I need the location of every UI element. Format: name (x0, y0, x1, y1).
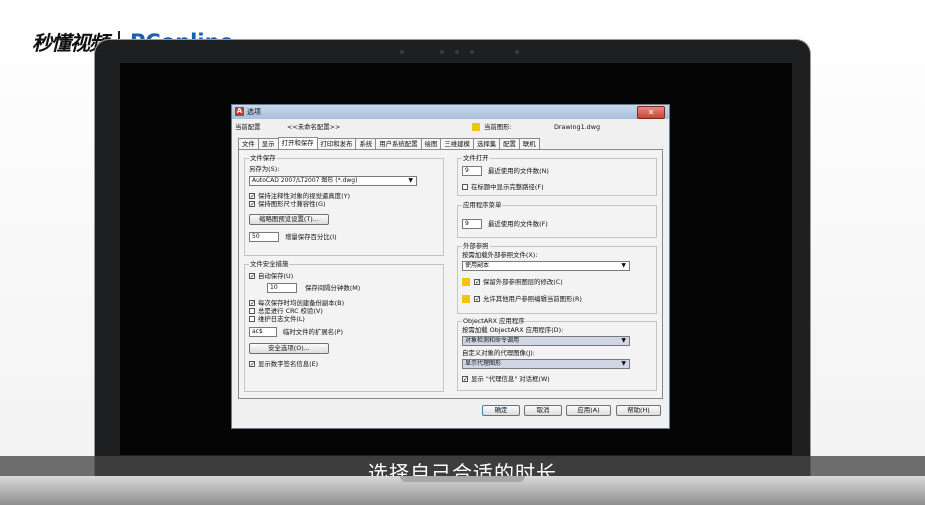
tab-profiles[interactable]: 配置 (499, 138, 520, 149)
temp-extension-label: 临时文件的扩展名(P) (283, 328, 343, 336)
autocad-logo-icon: A (235, 107, 244, 116)
log-checkbox[interactable] (249, 316, 255, 322)
signature-label: 显示数字签名信息(E) (258, 360, 319, 368)
ok-button[interactable]: 确定 (482, 405, 520, 416)
group-label: 文件保存 (249, 154, 277, 162)
group-label: ObjectARX 应用程序 (462, 317, 526, 325)
xref-demand-label: 按需加载外部参照文件(X): (462, 251, 538, 259)
tab-open-save[interactable]: 打开和保存 (277, 137, 318, 149)
security-options-button[interactable]: 安全选项(O)... (249, 343, 329, 354)
size-label: 保持图形尺寸兼容性(G) (258, 200, 326, 208)
close-button[interactable]: ✕ (637, 106, 665, 119)
drawing-label: 当前图形: (484, 123, 512, 131)
tab-bar: 文件 显示 打开和保存 打印和发布 系统 用户系统配置 绘图 三维建模 选择集 … (238, 137, 540, 149)
incremental-save-input[interactable]: 50 (249, 232, 279, 242)
camera-dot-icon (470, 50, 474, 54)
file-safety-group: 文件安全措施 ✓ 自动保存(U) 10 保存间隔分钟数(M) ✓ 每次保存时均创… (244, 260, 444, 392)
tab-panel: 文件保存 另存为(S): AutoCAD 2007/LT2007 图形 (*.d… (238, 149, 663, 399)
allow-edit-checkbox[interactable]: ✓ (474, 296, 480, 303)
log-label: 维护日志文件(L) (258, 315, 305, 323)
backup-checkbox[interactable]: ✓ (249, 300, 255, 307)
app-recent-input[interactable]: 9 (462, 219, 482, 229)
arx-load-select[interactable]: 对象检测和命令调用 ▼ (462, 336, 630, 346)
camera-icon (455, 50, 459, 54)
tab-plot-publish[interactable]: 打印和发布 (316, 138, 357, 149)
chevron-down-icon: ▼ (621, 262, 626, 269)
apply-button[interactable]: 应用(A) (566, 405, 611, 416)
annot-checkbox[interactable]: ✓ (249, 193, 255, 200)
incremental-save-label: 增量保存百分比(I) (285, 233, 337, 241)
recent-files-label: 最近使用的文件数(N) (488, 167, 549, 175)
tab-online[interactable]: 联机 (518, 138, 540, 149)
cancel-button[interactable]: 取消 (524, 405, 562, 416)
tab-selection[interactable]: 选择集 (472, 138, 501, 149)
chevron-down-icon: ▼ (408, 177, 413, 184)
allow-edit-label: 允许其他用户参照编辑当前图形(R) (483, 295, 582, 303)
tab-system[interactable]: 系统 (355, 138, 377, 149)
annot-label: 保持注释性对象的视觉逼真度(Y) (258, 192, 350, 200)
size-checkbox[interactable]: ✓ (249, 201, 255, 208)
file-open-group: 文件打开 9 最近使用的文件数(N) 在标题中显示完整路径(F) (457, 154, 657, 196)
tab-display[interactable]: 显示 (257, 138, 279, 149)
layer-icon (462, 278, 470, 286)
camera-dot-icon (400, 50, 404, 54)
crc-label: 总是进行 CRC 校验(V) (258, 307, 323, 315)
laptop-notch (400, 476, 525, 482)
xref-demand-select[interactable]: 使用副本 ▼ (462, 261, 630, 271)
options-dialog: A 选项 ✕ 当前配置 <<未命名配置>> 当前图形: Drawing1.dwg… (231, 104, 670, 429)
proxy-label: 自定义对象的代理图像(J): (462, 349, 535, 357)
objectarx-group: ObjectARX 应用程序 按需加载 ObjectARX 应用程序(D): 对… (457, 317, 657, 391)
backup-label: 每次保存时均创建备份副本(B) (258, 299, 345, 307)
tab-drafting[interactable]: 绘图 (420, 138, 442, 149)
keep-xref-checkbox[interactable]: ✓ (474, 279, 480, 286)
chevron-down-icon: ▼ (621, 360, 626, 367)
help-button[interactable]: 帮助(H) (616, 405, 661, 416)
arx-load-label: 按需加载 ObjectARX 应用程序(D): (462, 326, 564, 334)
fullpath-label: 在标题中显示完整路径(F) (471, 183, 544, 191)
drawing-icon (472, 123, 480, 131)
signature-checkbox[interactable]: ✓ (249, 361, 255, 368)
fullpath-checkbox[interactable] (462, 184, 468, 190)
profile-label: 当前配置 (235, 123, 261, 131)
chevron-down-icon: ▼ (621, 337, 626, 344)
tab-user-prefs[interactable]: 用户系统配置 (375, 138, 422, 149)
app-menu-group: 应用程序菜单 9 最近使用的文件数(F) (457, 201, 657, 238)
saveas-label: 另存为(S): (249, 165, 280, 173)
tab-files[interactable]: 文件 (238, 138, 259, 149)
group-label: 文件打开 (462, 154, 490, 162)
camera-dot-icon (440, 50, 444, 54)
camera-dot-icon (515, 50, 519, 54)
profile-value: <<未命名配置>> (287, 123, 341, 131)
drawing-value: Drawing1.dwg (554, 123, 601, 131)
app-recent-label: 最近使用的文件数(F) (488, 220, 548, 228)
group-label: 应用程序菜单 (462, 201, 503, 209)
autosave-checkbox[interactable]: ✓ (249, 273, 255, 280)
autosave-minutes-input[interactable]: 10 (267, 283, 297, 293)
thumbnail-settings-button[interactable]: 缩略图预览设置(T)... (249, 214, 329, 225)
group-label: 文件安全措施 (249, 260, 290, 268)
autosave-label: 自动保存(U) (258, 272, 294, 280)
recent-files-input[interactable]: 9 (462, 166, 482, 176)
group-label: 外部参照 (462, 242, 490, 250)
xref-group: 外部参照 按需加载外部参照文件(X): 使用副本 ▼ ✓ 保留外部参照图层的修改(… (457, 242, 657, 314)
saveas-select[interactable]: AutoCAD 2007/LT2007 图形 (*.dwg) ▼ (249, 176, 417, 186)
crc-checkbox[interactable] (249, 308, 255, 314)
user-edit-icon (462, 295, 470, 303)
proxy-info-checkbox[interactable]: ✓ (462, 376, 468, 383)
file-save-group: 文件保存 另存为(S): AutoCAD 2007/LT2007 图形 (*.d… (244, 154, 444, 256)
autosave-minutes-label: 保存间隔分钟数(M) (305, 284, 361, 292)
dialog-title: 选项 (247, 108, 261, 116)
tab-3d-modeling[interactable]: 三维建模 (440, 138, 474, 149)
keep-xref-label: 保留外部参照图层的修改(C) (483, 278, 563, 286)
dialog-titlebar[interactable]: A 选项 ✕ (232, 105, 669, 119)
proxy-select[interactable]: 显示代理图形 ▼ (462, 359, 630, 369)
proxy-info-label: 显示 "代理信息" 对话框(W) (471, 375, 550, 383)
temp-extension-input[interactable]: ac$ (249, 327, 277, 337)
